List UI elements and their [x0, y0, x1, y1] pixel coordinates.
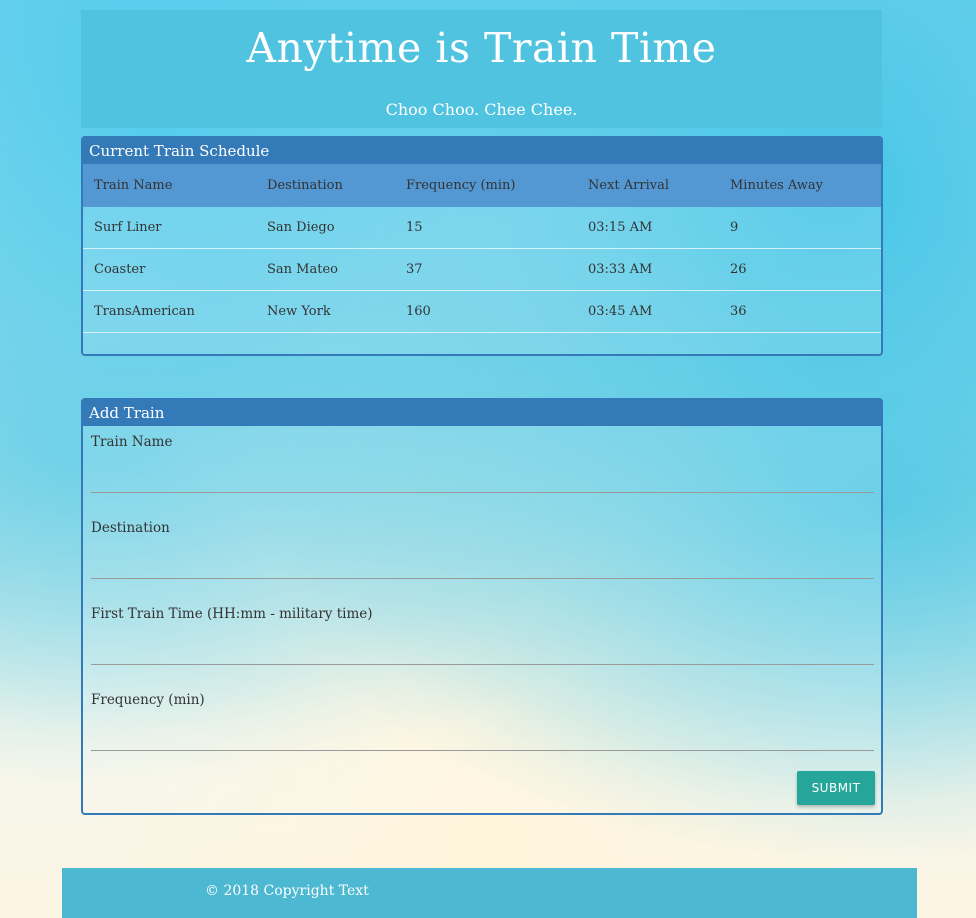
- destination-label: Destination: [91, 520, 170, 536]
- first-train-time-label: First Train Time (HH:mm - military time): [91, 606, 373, 622]
- column-header: Next Arrival: [588, 178, 669, 193]
- schedule-panel: Current Train Schedule Train Name Destin…: [81, 136, 883, 356]
- add-train-heading: Add Train: [83, 400, 881, 426]
- first-train-time-field: First Train Time (HH:mm - military time): [91, 602, 878, 665]
- cell-destination: San Mateo: [256, 248, 395, 291]
- cell-next-arrival: 03:33 AM: [577, 248, 719, 291]
- site-footer: © 2018 Copyright Text: [62, 868, 917, 918]
- page-title: Anytime is Train Time: [246, 24, 717, 72]
- train-name-input[interactable]: [91, 460, 878, 490]
- column-header: Destination: [267, 178, 343, 193]
- submit-button[interactable]: SUBMIT: [797, 771, 875, 805]
- cell-train-name: Surf Liner: [83, 207, 256, 249]
- cell-frequency: 37: [395, 248, 577, 291]
- cell-minutes-away: 9: [719, 207, 881, 249]
- table-header-row: Train Name Destination Frequency (min) N…: [83, 164, 881, 207]
- cell-destination: San Diego: [256, 207, 395, 249]
- cell-minutes-away: 36: [719, 290, 881, 333]
- train-name-label: Train Name: [91, 434, 173, 450]
- column-header: Minutes Away: [730, 178, 823, 193]
- column-header: Frequency (min): [406, 178, 516, 193]
- copyright-text: © 2018 Copyright Text: [205, 883, 369, 899]
- table-row: TransAmerican New York 160 03:45 AM 36: [83, 290, 881, 333]
- cell-minutes-away: 26: [719, 248, 881, 291]
- frequency-field: Frequency (min): [91, 688, 878, 751]
- frequency-label: Frequency (min): [91, 692, 205, 708]
- first-train-time-input[interactable]: [91, 632, 878, 662]
- cell-train-name: TransAmerican: [83, 290, 256, 333]
- table-row: Surf Liner San Diego 15 03:15 AM 9: [83, 207, 881, 249]
- site-header: Anytime is Train Time Choo Choo. Chee Ch…: [81, 10, 882, 128]
- column-header: Train Name: [94, 178, 173, 193]
- table-row: Coaster San Mateo 37 03:33 AM 26: [83, 248, 881, 291]
- cell-next-arrival: 03:45 AM: [577, 290, 719, 333]
- cell-destination: New York: [256, 290, 395, 333]
- cell-frequency: 15: [395, 207, 577, 249]
- add-train-panel: Add Train Train Name Destination First T…: [81, 398, 883, 815]
- destination-input[interactable]: [91, 546, 878, 576]
- train-name-field: Train Name: [91, 430, 878, 493]
- cell-frequency: 160: [395, 290, 577, 333]
- page-subtitle: Choo Choo. Chee Chee.: [385, 100, 578, 119]
- cell-next-arrival: 03:15 AM: [577, 207, 719, 249]
- destination-field: Destination: [91, 516, 878, 579]
- cell-train-name: Coaster: [83, 248, 256, 291]
- frequency-input[interactable]: [91, 718, 878, 748]
- schedule-heading: Current Train Schedule: [83, 138, 881, 164]
- schedule-table: Train Name Destination Frequency (min) N…: [83, 164, 881, 333]
